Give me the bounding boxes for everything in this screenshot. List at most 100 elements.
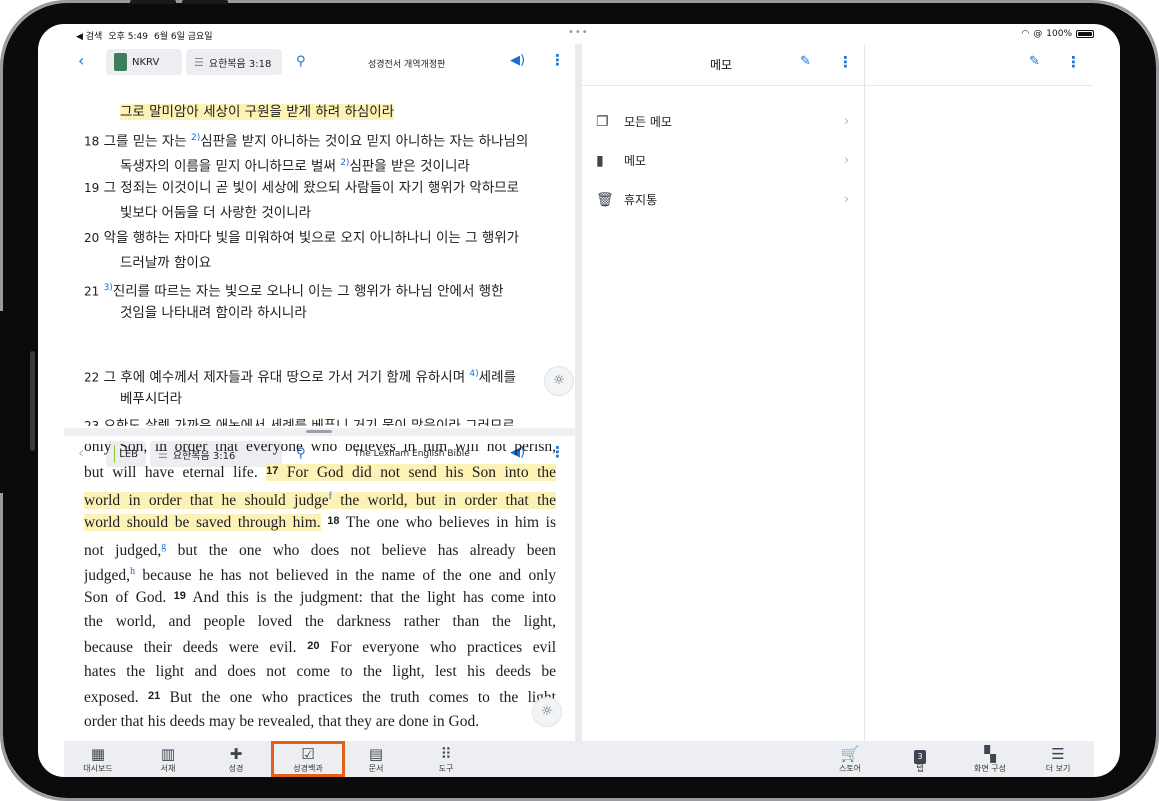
trash-icon: 🗑	[596, 191, 614, 208]
verse-line[interactable]: 것임을 나타내려 함이라 하시니라	[120, 301, 307, 326]
back-to-app-link[interactable]: ◀ 검색	[76, 29, 102, 42]
verse-line[interactable]: 베푸시더라	[120, 387, 182, 412]
version-picker[interactable]: NKRV	[106, 49, 182, 75]
verse-line[interactable]: exposed. 21 But the one who practices th…	[84, 684, 556, 710]
reference-picker[interactable]: ☰ 요한복음 3:18	[186, 49, 282, 75]
more-vertical-icon[interactable]: ⋮	[1066, 53, 1081, 71]
chevron-right-icon: ›	[844, 153, 850, 168]
volume-button-2	[182, 0, 228, 4]
tab-documents[interactable]: ▤ 문서	[344, 741, 408, 777]
volume-button	[130, 0, 176, 4]
verse-line[interactable]: 드러날까 함이요	[120, 251, 211, 276]
menu-icon: ☰	[1051, 745, 1065, 763]
tools-grid-icon: ⠿	[440, 745, 452, 763]
tab-store[interactable]: 🛒 스토어	[818, 741, 882, 777]
version-label: NKRV	[132, 56, 160, 68]
tab-label: 화면 구성	[974, 764, 1006, 773]
compose-icon[interactable]: ✎	[1029, 54, 1040, 69]
verse-line[interactable]: world should be saved through him. 18 Th…	[84, 509, 556, 535]
stacked-notes-icon: ❐	[596, 113, 609, 130]
bible-icon: ✚	[229, 745, 243, 763]
tab-label: 문서	[368, 764, 384, 773]
speaker-icon[interactable]: ◀)	[510, 53, 525, 68]
lightbulb-icon[interactable]: ☼	[532, 697, 562, 727]
ipad-device-frame: ◀ 검색 오후 5:49 6월 6일 금요일 ••• ◠ @ 100% ‹ NK…	[0, 0, 1159, 801]
status-date: 6월 6일 금요일	[153, 32, 213, 42]
verse-line[interactable]: order that his deeds may be revealed, th…	[84, 709, 479, 734]
more-vertical-icon[interactable]: ⋮	[550, 51, 565, 69]
book-cover-icon	[114, 53, 127, 71]
verse-line[interactable]: hates the light and does not come to the…	[84, 659, 556, 684]
notebook-icon: ▮	[596, 152, 604, 169]
tab-label: 탭	[916, 764, 924, 773]
verse-line[interactable]: because their deeds were evil. 20 For ev…	[84, 634, 556, 660]
reference-label: 요한복음 3:18	[208, 58, 272, 70]
chevron-right-icon: ›	[844, 192, 850, 207]
english-bible-text: only Son, in order that everyone who bel…	[84, 444, 556, 744]
memo-item-notes[interactable]: ▮ 메모 ›	[582, 141, 864, 180]
status-time: 오후 5:49	[108, 32, 148, 42]
tab-label: 도구	[438, 764, 454, 773]
back-chevron-icon[interactable]: ‹	[78, 51, 84, 70]
wifi-icon: ◠	[1021, 29, 1030, 39]
memo-item-label: 메모	[624, 154, 647, 168]
tab-label: 서재	[160, 764, 176, 773]
more-vertical-icon[interactable]: ⋮	[838, 53, 853, 71]
verse-line[interactable]: 19 그 정죄는 이것이니 곧 빛이 세상에 왔으되 사람들이 자기 행위가 악…	[84, 176, 519, 201]
memo-item-all[interactable]: ❐ 모든 메모 ›	[582, 102, 864, 141]
active-tab-indicator	[271, 741, 345, 777]
dashboard-icon: ▦	[90, 745, 106, 763]
verse-line[interactable]: 20 악을 행하는 자마다 빛을 미워하여 빛으로 오지 아니하나니 이는 그 …	[84, 226, 519, 251]
pane-title: 성경전서 개역개정판	[368, 60, 446, 70]
memo-item-trash[interactable]: 🗑 휴지통 ›	[582, 180, 864, 219]
tab-label: 성경	[228, 764, 244, 773]
verse-line[interactable]: only Son, in order that everyone who bel…	[84, 444, 556, 459]
memo-item-label: 휴지통	[624, 193, 658, 207]
verse-line[interactable]: but will have eternal life. 17 For God d…	[84, 459, 556, 485]
status-bar: ◀ 검색 오후 5:49 6월 6일 금요일 ••• ◠ @ 100%	[38, 24, 1120, 44]
korean-bible-text: 그로 말미암아 세상이 구원을 받게 하려 하심이라 18 그를 믿는 자는 2…	[64, 96, 580, 426]
verse-line[interactable]: Son of God. 19 And this is the judgment:…	[84, 584, 556, 610]
multitask-dots-icon[interactable]: •••	[568, 27, 589, 38]
orientation-lock-icon: @	[1033, 29, 1043, 39]
tab-library[interactable]: ▥ 서재	[136, 741, 200, 777]
split-divider[interactable]	[64, 428, 580, 436]
memo-detail-header: ✎ ⋮	[865, 44, 1093, 86]
tab-label: 더 보기	[1045, 764, 1071, 773]
tab-count-badge: 3	[914, 750, 926, 764]
bottom-tab-bar: ▦ 대시보드 ▥ 서재 ✚ 성경 ☑ 성경백과 ▤ 문서 ⠿ 도구 🛒 스토어 3탭 ▚ 화면 …	[64, 741, 1094, 777]
column-divider[interactable]	[575, 44, 582, 742]
verse-line[interactable]: 그로 말미암아 세상이 구원을 받게 하려 하심이라	[120, 100, 395, 125]
memo-item-label: 모든 메모	[624, 115, 672, 129]
tab-bible[interactable]: ✚ 성경	[204, 741, 268, 777]
tab-layout[interactable]: ▚ 화면 구성	[958, 741, 1022, 777]
tabs-icon: 3	[888, 744, 952, 764]
tab-tools[interactable]: ⠿ 도구	[414, 741, 478, 777]
top-pane-toolbar: ‹ NKRV ☰ 요한복음 3:18 ⚲ 성경전서 개역개정판 ◀) ⋮	[64, 44, 580, 80]
memo-detail-panel: ✎ ⋮	[865, 44, 1120, 742]
drag-handle[interactable]	[306, 430, 332, 433]
cart-icon: 🛒	[840, 745, 860, 763]
memo-title: 메모	[710, 58, 733, 72]
tab-label: 대시보드	[83, 764, 113, 773]
memo-header: 메모 ✎ ⋮	[582, 44, 864, 86]
battery-percent: 100%	[1046, 29, 1072, 39]
document-icon: ▤	[368, 745, 384, 763]
search-icon[interactable]: ⚲	[296, 54, 306, 69]
lightbulb-icon[interactable]: ☼	[544, 366, 574, 396]
tab-label: 스토어	[838, 764, 862, 773]
library-icon: ▥	[160, 745, 176, 763]
verse-line[interactable]: 빛보다 어둠을 더 사랑한 것이니라	[120, 201, 311, 226]
tab-more[interactable]: ☰ 더 보기	[1026, 741, 1090, 777]
memo-panel: 메모 ✎ ⋮ ❐ 모든 메모 › ▮ 메모 › 🗑 휴지통 ›	[582, 44, 864, 742]
verse-line[interactable]: 23 요한도 살렘 가까운 애논에서 세례를 베푸니 거기 물이 많음이라 그러…	[84, 414, 515, 426]
tab-dashboard[interactable]: ▦ 대시보드	[66, 741, 130, 777]
layout-icon: ▚	[984, 745, 996, 763]
screen: ◀ 검색 오후 5:49 6월 6일 금요일 ••• ◠ @ 100% ‹ NK…	[38, 24, 1120, 777]
battery-icon	[1076, 30, 1094, 38]
list-icon: ☰	[194, 55, 204, 69]
chevron-right-icon: ›	[844, 114, 850, 129]
verse-line[interactable]: the world, and people loved the darkness…	[84, 609, 556, 634]
tab-tabs[interactable]: 3탭	[888, 741, 952, 777]
compose-icon[interactable]: ✎	[800, 54, 811, 69]
